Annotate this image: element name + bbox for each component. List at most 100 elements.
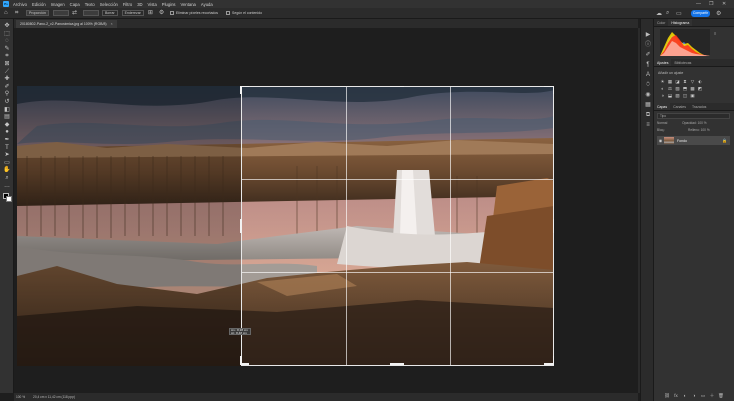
adjustment-icon[interactable]: ⬒	[683, 86, 688, 91]
glyphs-icon[interactable]: ⍥	[644, 81, 652, 89]
adjustment-icon[interactable]: ☀	[660, 79, 665, 84]
adjustment-icon[interactable]: ▦	[668, 79, 673, 84]
right-panels: Color Histograma ≡ Ajustes Bibliotecas A…	[654, 19, 734, 401]
crop-handle-top[interactable]	[390, 86, 404, 87]
clear-button[interactable]: Borrar	[101, 10, 118, 16]
height-ratio-field[interactable]	[82, 10, 99, 16]
crop-handle-bottom-right[interactable]	[553, 356, 554, 365]
menu-vista[interactable]: Vista	[148, 2, 157, 7]
libraries-icon[interactable]: ⧉	[644, 111, 652, 119]
crop-settings-gear-icon[interactable]: ⚙	[159, 10, 165, 16]
opacity-field[interactable]: Opacidad: 100 %	[682, 121, 706, 125]
tab-histogram[interactable]: Histograma	[668, 19, 693, 26]
layer-row-fondo[interactable]: ◉ Fondo 🔒	[657, 136, 730, 145]
layer-filter-select[interactable]: Tipo	[657, 113, 730, 119]
histogram-menu-icon[interactable]: ≡	[714, 31, 716, 36]
link-layers-icon[interactable]: ⛓	[664, 393, 670, 399]
menu-imagen[interactable]: Imagen	[51, 2, 65, 7]
pattern-icon[interactable]: ▦	[644, 101, 652, 109]
menu-ayuda[interactable]: Ayuda	[201, 2, 213, 7]
tab-layers[interactable]: Capas	[654, 103, 671, 110]
close-window-icon[interactable]: ✕	[722, 1, 726, 7]
character-icon[interactable]: A	[644, 71, 652, 79]
layer-mask-icon[interactable]: ◐	[682, 393, 688, 399]
background-color-swatch[interactable]	[6, 196, 12, 202]
crop-tool-preset-icon[interactable]: ⌗	[15, 10, 21, 16]
share-button[interactable]: Compartir	[691, 10, 710, 17]
adjustment-icon[interactable]: ⚖	[668, 86, 673, 91]
adjustment-icon[interactable]: ⬖	[698, 79, 703, 84]
tab-libraries[interactable]: Bibliotecas	[671, 59, 694, 66]
tab-color[interactable]: Color	[654, 19, 668, 26]
settings-icon[interactable]: ⚙	[716, 10, 721, 17]
adjustment-icon[interactable]: ▨	[675, 93, 680, 98]
adjustment-icon[interactable]: ▩	[690, 86, 695, 91]
adjustment-icon[interactable]: ⬓	[668, 93, 673, 98]
adjustment-icon[interactable]: ◐	[660, 86, 665, 91]
adjustment-icons-row: ◐ ⚖ ▧ ⬒ ▩ ◩	[660, 86, 705, 91]
workspace-icon[interactable]: ▭	[676, 10, 682, 17]
menu-plugins[interactable]: Plugins	[162, 2, 176, 7]
document-tab[interactable]: 20180802-Pano-2_v2-Panorámica.jpg al 100…	[16, 20, 117, 28]
trash-icon[interactable]: 🗑	[718, 393, 724, 399]
menu-filtro[interactable]: Filtro	[123, 2, 132, 7]
canvas-area[interactable]: An.: 8,38 cm Al.: 8,48 cm	[14, 28, 644, 393]
crop-handle-right[interactable]	[553, 219, 554, 233]
fill-field[interactable]: Relleno: 100 %	[688, 128, 710, 132]
properties-icon[interactable]: ≡	[644, 121, 652, 129]
layer-actions-bar: ⛓ fx ◐ ◑ ▭ ＋ 🗑	[664, 393, 727, 399]
menu-edicion[interactable]: Edición	[32, 2, 46, 7]
zoom-level[interactable]: 100 %	[16, 395, 25, 399]
info-icon[interactable]: ⓘ	[644, 41, 652, 49]
new-layer-icon[interactable]: ＋	[709, 393, 715, 399]
crop-handle-bottom-left[interactable]	[240, 356, 242, 365]
delete-cropped-pixels-checkbox[interactable]: Eliminar píxeles recortados	[169, 11, 218, 15]
adjustment-icon[interactable]: ▧	[675, 86, 680, 91]
content-aware-checkbox[interactable]: Según el contenido	[226, 11, 262, 15]
fx-icon[interactable]: fx	[673, 393, 679, 399]
menu-seleccion[interactable]: Selección	[100, 2, 118, 7]
color-wheel-icon[interactable]: ◉	[644, 91, 652, 99]
overlay-grid-icon[interactable]: ⊞	[148, 10, 154, 16]
ratio-select[interactable]: Proporción	[26, 10, 49, 16]
more-tools-icon[interactable]: …	[2, 182, 12, 190]
crop-handle-bottom[interactable]	[390, 363, 404, 365]
adjustment-icons-row: ◑ ⬓ ▨ ◫ ▣	[660, 93, 698, 98]
adjustment-layer-icon[interactable]: ◑	[691, 393, 697, 399]
adjustment-icon[interactable]: ◫	[683, 93, 688, 98]
menu-3d[interactable]: 3D	[137, 2, 142, 7]
menu-capa[interactable]: Capa	[70, 2, 80, 7]
crop-box[interactable]	[240, 86, 554, 366]
adjustment-icon[interactable]: ◪	[675, 79, 680, 84]
crop-handle-top-left[interactable]	[240, 86, 242, 94]
adjustment-icon[interactable]: ◑	[660, 93, 665, 98]
play-icon[interactable]: ▶	[644, 31, 652, 39]
visibility-eye-icon[interactable]: ◉	[658, 138, 663, 143]
adjustment-icon[interactable]: ◩	[698, 86, 703, 91]
group-icon[interactable]: ▭	[700, 393, 706, 399]
adjustment-icon[interactable]: ⧗	[683, 79, 688, 84]
search-icon[interactable]: ⌕	[666, 10, 669, 17]
menu-archivo[interactable]: Archivo	[13, 2, 27, 7]
home-icon[interactable]: ⌂	[4, 10, 10, 16]
menu-ventana[interactable]: Ventana	[181, 2, 196, 7]
maximize-icon[interactable]: ❐	[709, 1, 713, 7]
close-tab-icon[interactable]: ×	[111, 22, 113, 26]
minimize-icon[interactable]: —	[696, 1, 701, 7]
width-ratio-field[interactable]	[52, 10, 69, 16]
adjustment-icon[interactable]: ▣	[690, 93, 695, 98]
paragraph-icon[interactable]: ¶	[644, 61, 652, 69]
crop-handle-top-right[interactable]	[553, 86, 554, 94]
straighten-button[interactable]: Enderezar	[121, 10, 144, 16]
tab-paths[interactable]: Trazados	[689, 103, 709, 110]
menu-texto[interactable]: Texto	[85, 2, 95, 7]
brush-settings-icon[interactable]: ✐	[644, 51, 652, 59]
crop-handle-left[interactable]	[240, 219, 242, 233]
swap-icon[interactable]: ⇄	[72, 10, 78, 16]
tab-channels[interactable]: Canales	[670, 103, 689, 110]
blend-mode-select[interactable]: Normal	[657, 121, 667, 125]
layers-panel-tabs: Capas Canales Trazados	[654, 103, 734, 111]
adjustment-icon[interactable]: ▽	[690, 79, 695, 84]
cloud-icon[interactable]: ☁	[656, 10, 662, 17]
tab-adjustments[interactable]: Ajustes	[654, 59, 672, 66]
